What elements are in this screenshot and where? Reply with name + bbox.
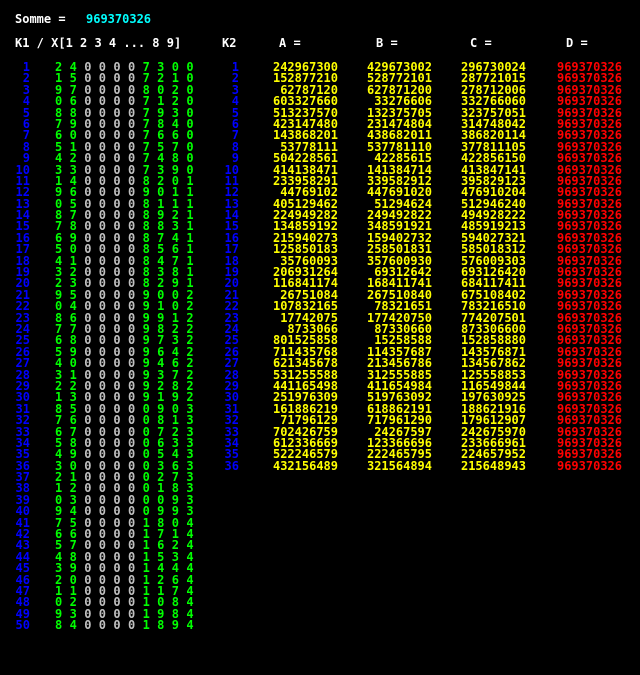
- a-value-cell: 432156489: [272, 458, 338, 473]
- a-header: A =: [279, 36, 301, 50]
- c-values-column: 296730024 287721015 278712006 332766060 3237…: [438, 61, 526, 473]
- b-value-cell: 321564894: [366, 458, 432, 473]
- k1-digit: 0: [113, 618, 121, 633]
- k1-digit: 0: [84, 618, 92, 633]
- k1-digit: 9: [171, 618, 179, 633]
- k1-digit-row: 8400001894: [55, 618, 205, 633]
- k2-index-column: 1 2 3 4 5 6 7 8 9 10 11 12 13 14 15 16 17 18 19 20 21 22 23 24 2…: [221, 61, 239, 473]
- d-header: D =: [566, 36, 588, 50]
- d-values-column: 969370326 969370326 969370326 969370326 9693…: [534, 61, 622, 473]
- k1-digit: 4: [69, 618, 77, 633]
- a-values-column: 242967300 152877210 62787120 603327660 51323…: [250, 61, 338, 473]
- b-values-column: 429673002 528772101 627871200 33276606 13237…: [344, 61, 432, 473]
- k1-digits-column: 2400007300150000721097000080200600007120…: [55, 61, 205, 633]
- k1-index-column: 1 2 3 4 5 6 7 8 9 10 11 12 13 14 15 16 17 18 19 20 21 22 23 24 2…: [12, 61, 30, 633]
- b-header: B =: [376, 36, 398, 50]
- k1-digit: 8: [157, 618, 165, 633]
- k2-header: K2: [222, 36, 237, 50]
- k2-index-cell: 36: [224, 458, 239, 473]
- k1-digit: 0: [127, 618, 136, 633]
- somme-label: Somme =: [15, 12, 66, 26]
- c-header: C =: [470, 36, 492, 50]
- k1-index-cell: 50: [15, 618, 30, 633]
- k1-digit: 1: [142, 618, 150, 633]
- k1-header: K1 / X[1 2 3 4 ... 8 9]: [15, 36, 182, 50]
- c-value-cell: 215648943: [460, 458, 526, 473]
- k1-digit: 4: [186, 618, 194, 633]
- k1-digit: 8: [55, 618, 63, 633]
- somme-value: 969370326: [86, 12, 152, 26]
- d-value-cell: 969370326: [556, 458, 622, 473]
- k1-digit: 0: [98, 618, 107, 633]
